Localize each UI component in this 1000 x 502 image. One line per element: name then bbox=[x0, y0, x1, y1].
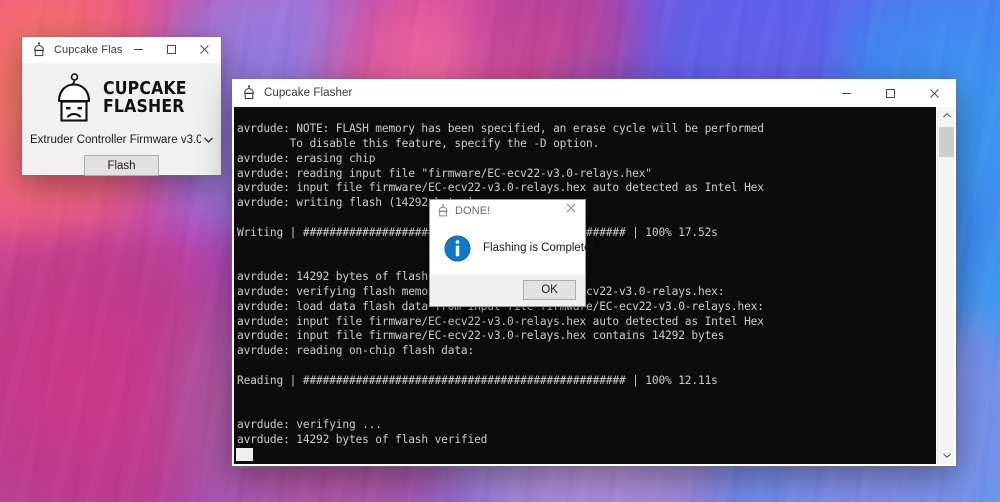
cupcake-icon bbox=[438, 204, 448, 217]
minimize-icon bbox=[134, 48, 143, 50]
logo-line-2: FLASHER bbox=[103, 95, 185, 117]
sad-cupcake-logo-icon bbox=[58, 72, 91, 122]
console-output-text: avrdude: NOTE: FLASH memory has been spe… bbox=[237, 122, 764, 446]
launcher-logo-text: CUPCAKE FLASHER bbox=[103, 80, 189, 115]
cupcake-flasher-console-window: Cupcake Flasher avrdude: NOTE: FLASH mem… bbox=[232, 79, 956, 466]
console-title: Cupcake Flasher bbox=[264, 87, 353, 99]
close-icon bbox=[929, 88, 939, 98]
console-titlebar[interactable]: Cupcake Flasher bbox=[232, 79, 956, 107]
launcher-title: Cupcake Flash… bbox=[54, 44, 122, 56]
ok-button[interactable]: OK bbox=[523, 280, 576, 300]
cupcake-icon bbox=[244, 85, 254, 100]
maximize-button[interactable] bbox=[155, 36, 188, 62]
scroll-up-button[interactable] bbox=[938, 107, 955, 124]
cupcake-flasher-launcher-window: Cupcake Flash… bbox=[22, 37, 221, 176]
vertical-scrollbar-thumb[interactable] bbox=[939, 127, 954, 157]
maximize-icon bbox=[885, 88, 895, 98]
close-button[interactable] bbox=[188, 36, 221, 62]
chevron-down-icon bbox=[201, 137, 215, 143]
launcher-body: CUPCAKE FLASHER Extruder Controller Firm… bbox=[22, 63, 221, 176]
launcher-window-buttons bbox=[122, 36, 221, 64]
dialog-title: DONE! bbox=[455, 205, 491, 217]
maximize-button[interactable] bbox=[868, 79, 912, 107]
maximize-icon bbox=[167, 44, 176, 54]
dialog-window-buttons bbox=[557, 197, 585, 225]
dialog-footer: OK bbox=[430, 274, 585, 306]
horizontal-scrollbar-thumb[interactable] bbox=[236, 448, 253, 461]
minimize-button[interactable] bbox=[122, 36, 155, 62]
close-icon bbox=[566, 203, 576, 213]
console-bottom-strip bbox=[234, 447, 936, 464]
scroll-down-button[interactable] bbox=[938, 447, 955, 464]
minimize-icon bbox=[841, 92, 851, 94]
firmware-select-value: Extruder Controller Firmware v3.0 (Relay… bbox=[30, 133, 201, 146]
chevron-up-icon bbox=[942, 113, 951, 118]
dialog-message: Flashing is Complete! bbox=[483, 242, 594, 254]
close-icon bbox=[200, 44, 209, 54]
cupcake-icon bbox=[34, 42, 44, 57]
dialog-titlebar[interactable]: DONE! bbox=[430, 200, 585, 222]
console-output-area[interactable]: avrdude: NOTE: FLASH memory has been spe… bbox=[234, 107, 936, 447]
launcher-logo: CUPCAKE FLASHER bbox=[22, 63, 221, 123]
done-dialog: DONE! Flashing is Complete! OK bbox=[430, 200, 594, 306]
info-icon bbox=[444, 234, 471, 262]
vertical-scrollbar[interactable] bbox=[937, 107, 954, 464]
flash-button[interactable]: Flash bbox=[84, 155, 159, 176]
launcher-titlebar[interactable]: Cupcake Flash… bbox=[22, 37, 221, 63]
dialog-body: Flashing is Complete! bbox=[430, 222, 594, 274]
desktop: Cupcake Flash… bbox=[0, 0, 1000, 502]
chevron-down-icon bbox=[942, 453, 951, 458]
console-window-buttons bbox=[824, 79, 956, 107]
close-button[interactable] bbox=[912, 79, 956, 107]
dialog-close-button[interactable] bbox=[557, 197, 585, 219]
firmware-select[interactable]: Extruder Controller Firmware v3.0 (Relay… bbox=[28, 129, 215, 150]
minimize-button[interactable] bbox=[824, 79, 868, 107]
